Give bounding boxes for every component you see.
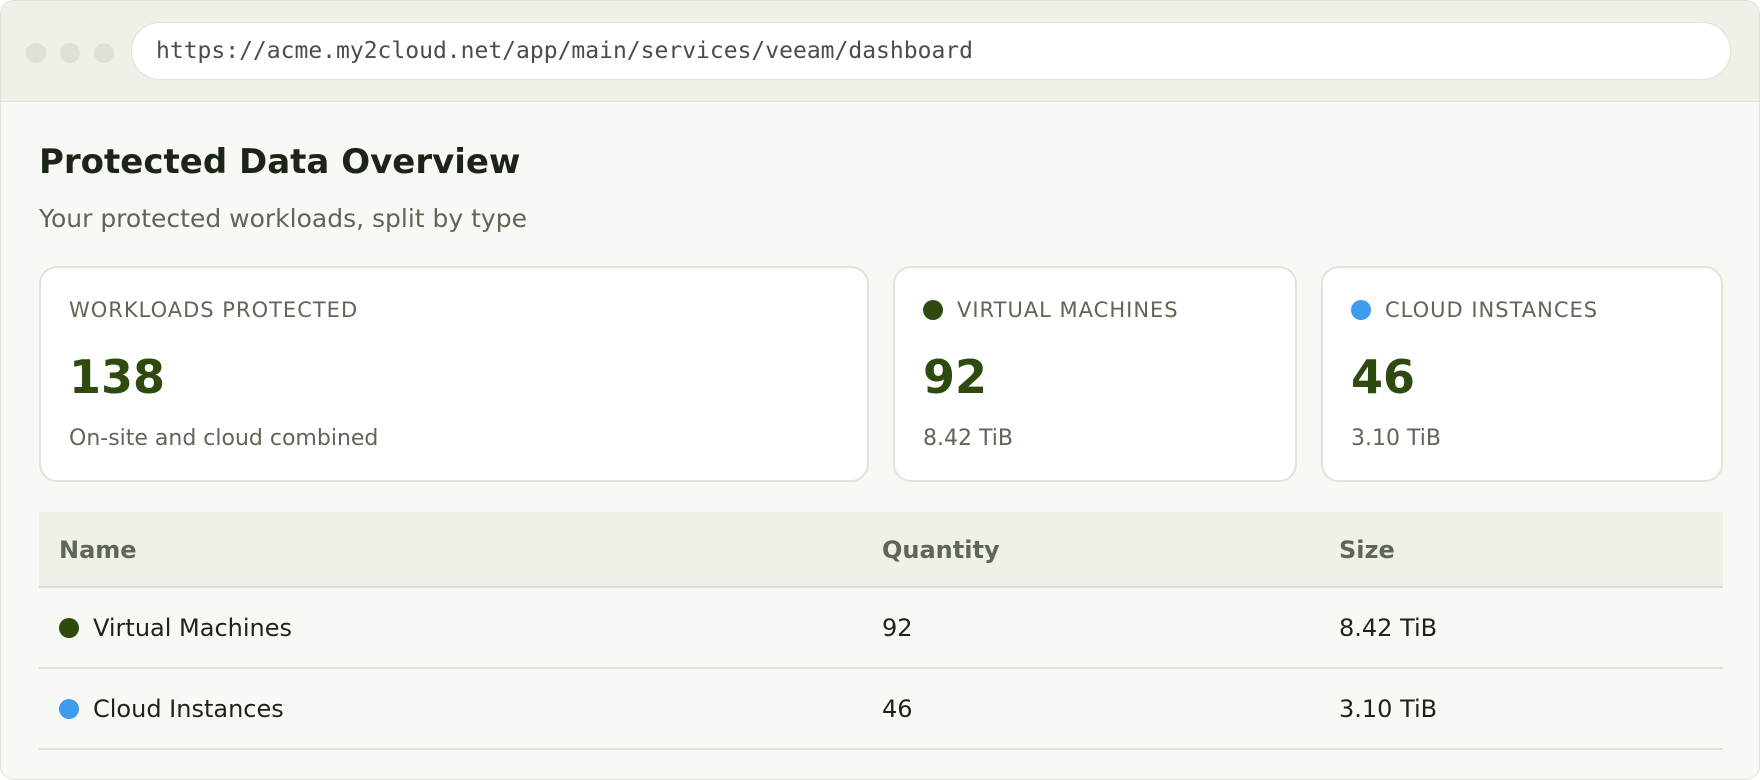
virtual-machines-count: 92 [923,350,988,404]
row-quantity: 46 [882,695,913,723]
cloud-instances-label: CLOUD INSTANCES [1385,298,1599,322]
cloud-instances-legend-dot [1351,300,1371,320]
column-header-quantity[interactable]: Quantity [882,536,1000,564]
workloads-protected-value: 138 [69,350,166,404]
page-title: Protected Data Overview [39,142,521,182]
browser-chrome: https://acme.my2cloud.net/app/main/servi… [1,1,1759,102]
virtual-machines-size: 8.42 TiB [923,426,1013,451]
cloud-instances-size: 3.10 TiB [1351,426,1441,451]
row-name-cell: Cloud Instances [59,695,284,723]
row-name: Cloud Instances [93,695,284,723]
workloads-protected-card: WORKLOADS PROTECTED 138 On-site and clou… [39,266,869,482]
row-name-cell: Virtual Machines [59,614,292,642]
address-bar[interactable]: https://acme.my2cloud.net/app/main/servi… [131,22,1731,80]
cloud-instances-count: 46 [1351,350,1416,404]
column-header-size[interactable]: Size [1339,536,1395,564]
address-bar-url[interactable]: https://acme.my2cloud.net/app/main/servi… [156,38,973,64]
cloud-instances-row-dot [59,699,79,719]
window-maximize-dot[interactable] [94,43,114,63]
card-label: CLOUD INSTANCES [1351,298,1598,322]
row-size: 8.42 TiB [1339,614,1438,642]
table-header: Name Quantity Size [39,512,1723,588]
column-header-name[interactable]: Name [59,536,137,564]
row-size: 3.10 TiB [1339,695,1438,723]
window-minimize-dot[interactable] [60,43,80,63]
card-label: WORKLOADS PROTECTED [69,298,358,322]
virtual-machines-legend-dot [923,300,943,320]
page-subtitle: Your protected workloads, split by type [39,204,527,233]
row-quantity: 92 [882,614,913,642]
row-name: Virtual Machines [93,614,293,642]
card-label: VIRTUAL MACHINES [923,298,1179,322]
workloads-protected-description: On-site and cloud combined [69,426,379,451]
table-row[interactable]: Cloud Instances 46 3.10 TiB [39,669,1723,750]
browser-window: https://acme.my2cloud.net/app/main/servi… [0,0,1760,780]
table-row[interactable]: Virtual Machines 92 8.42 TiB [39,588,1723,669]
window-close-dot[interactable] [26,43,46,63]
virtual-machines-card: VIRTUAL MACHINES 92 8.42 TiB [893,266,1297,482]
virtual-machines-label: VIRTUAL MACHINES [957,298,1179,322]
workloads-table: Name Quantity Size Virtual Machines 92 8… [39,512,1723,750]
cloud-instances-card: CLOUD INSTANCES 46 3.10 TiB [1321,266,1723,482]
virtual-machines-row-dot [59,618,79,638]
workloads-protected-label: WORKLOADS PROTECTED [69,298,359,322]
